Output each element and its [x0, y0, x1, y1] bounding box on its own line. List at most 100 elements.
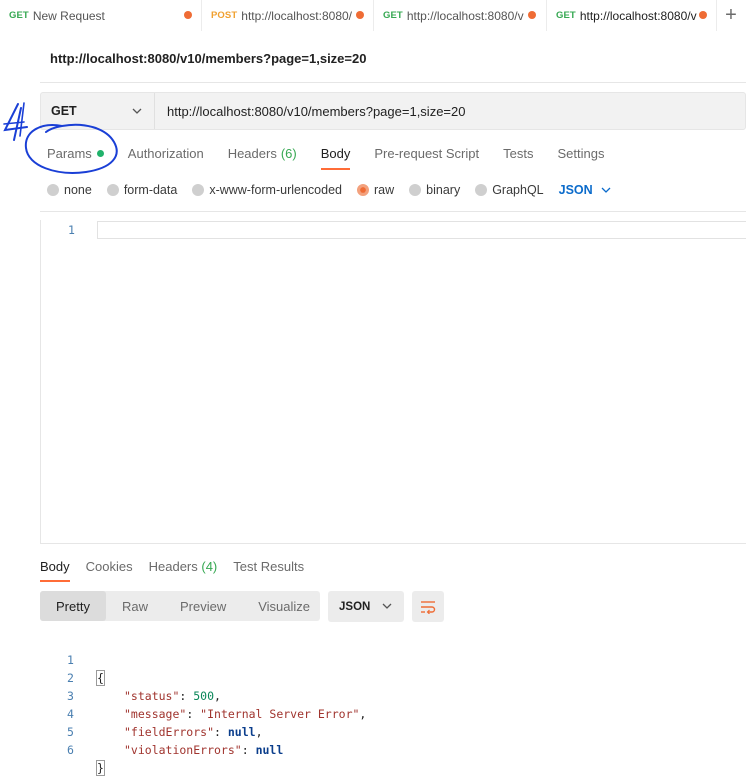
radio-graphql[interactable]: GraphQL: [475, 183, 544, 197]
line-number: 5: [67, 725, 74, 739]
radio-binary[interactable]: binary: [409, 183, 460, 197]
response-tab-test-results[interactable]: Test Results: [233, 559, 304, 582]
request-tabs: Params Authorization Headers (6) Body Pr…: [47, 146, 628, 170]
json-value: null: [227, 725, 256, 739]
response-headers-count: (4): [201, 559, 218, 574]
radio-circle-icon: [409, 184, 422, 196]
tab-title: http://localhost:8080/: [241, 8, 353, 23]
response-tab-cookies[interactable]: Cookies: [86, 559, 133, 582]
json-value: null: [255, 743, 284, 757]
response-tab-headers[interactable]: Headers (4): [149, 559, 218, 582]
request-body-editor[interactable]: 1: [40, 220, 746, 544]
response-tab-body[interactable]: Body: [40, 559, 70, 582]
json-key: "message": [124, 707, 187, 721]
code-line: 4 "fieldErrors": null,: [67, 707, 263, 739]
radio-none[interactable]: none: [47, 183, 92, 197]
open-brace: {: [96, 670, 105, 686]
line-number: 1: [67, 653, 74, 667]
view-raw-button[interactable]: Raw: [106, 591, 164, 621]
tab-method: GET: [9, 10, 29, 21]
radio-selected-icon: [357, 184, 369, 196]
language-select[interactable]: JSON: [559, 183, 611, 197]
headers-count: (6): [280, 146, 297, 161]
view-pretty-button[interactable]: Pretty: [40, 591, 106, 621]
tab-headers-label: Headers: [227, 146, 277, 161]
line-number: 2: [67, 671, 74, 685]
tab-params[interactable]: Params: [47, 146, 104, 170]
json-value: "Internal Server Error": [200, 707, 360, 721]
new-tab-button[interactable]: +: [716, 0, 746, 31]
response-body[interactable]: 1 { 2 "status": 500, 3 "message": "Inter…: [40, 633, 366, 776]
tab-method: GET: [556, 10, 576, 21]
radio-binary-label: binary: [426, 183, 461, 197]
line-number: 6: [67, 743, 74, 757]
format-value: JSON: [339, 600, 371, 613]
tab-tests[interactable]: Tests: [503, 146, 533, 170]
language-value: JSON: [558, 183, 593, 197]
json-key: "violationErrors": [124, 743, 242, 757]
tab-params-label: Params: [47, 146, 92, 161]
body-type-radios: none form-data x-www-form-urlencoded raw…: [47, 183, 611, 197]
tab-body-label: Body: [320, 146, 351, 161]
json-key: "status": [124, 689, 180, 703]
tab-get-request[interactable]: GET http://localhost:8080/v: [374, 0, 547, 31]
tab-settings-label: Settings: [557, 146, 605, 161]
response-tabs: Body Cookies Headers (4) Test Results: [40, 559, 320, 582]
tab-method: POST: [211, 10, 238, 21]
line-number: 3: [67, 689, 74, 703]
radio-urlencoded-label: x-www-form-urlencoded: [209, 183, 342, 197]
active-dot-icon: [96, 150, 104, 157]
tab-method: GET: [383, 10, 403, 21]
radio-raw[interactable]: raw: [357, 183, 394, 197]
method-select[interactable]: GET: [41, 93, 155, 129]
tab-post-request[interactable]: POST http://localhost:8080/: [202, 0, 374, 31]
radio-urlencoded[interactable]: x-www-form-urlencoded: [192, 183, 342, 197]
tab-prerequest-label: Pre-request Script: [374, 146, 480, 161]
view-mode-group: Pretty Raw Preview Visualize: [40, 591, 320, 621]
radio-circle-icon: [192, 184, 205, 196]
view-preview-button[interactable]: Preview: [164, 591, 242, 621]
method-value: GET: [51, 104, 77, 118]
divider: [40, 82, 746, 83]
unsaved-dot-icon: [184, 11, 192, 19]
code-line: 5 "violationErrors": null: [67, 725, 284, 757]
wrap-lines-icon: [421, 600, 436, 614]
tab-title: http://localhost:8080/v: [406, 8, 524, 23]
radio-none-label: none: [64, 183, 92, 197]
code-line: 2 "status": 500,: [67, 671, 221, 703]
tab-body[interactable]: Body: [320, 146, 351, 170]
code-line: 6 }: [40, 723, 105, 776]
unsaved-dot-icon: [528, 11, 536, 19]
tab-title: http://localhost:8080/v: [579, 8, 697, 23]
tab-settings[interactable]: Settings: [557, 146, 604, 170]
request-tab-bar: GET New Request POST http://localhost:80…: [0, 0, 746, 31]
tab-title: New Request: [32, 8, 105, 23]
tab-authorization[interactable]: Authorization: [128, 146, 204, 170]
url-input[interactable]: http://localhost:8080/v10/members?page=1…: [155, 104, 745, 119]
tab-authorization-label: Authorization: [127, 146, 204, 161]
close-brace: }: [96, 760, 105, 776]
view-visualize-button[interactable]: Visualize: [242, 591, 326, 621]
tab-get-request-active[interactable]: GET http://localhost:8080/v: [547, 0, 717, 31]
tab-prerequest-script[interactable]: Pre-request Script: [374, 146, 479, 170]
radio-circle-icon: [475, 184, 488, 196]
current-line-highlight: [97, 221, 746, 239]
tab-new-request[interactable]: GET New Request: [0, 0, 202, 31]
request-name[interactable]: http://localhost:8080/v10/members?page=1…: [50, 51, 366, 66]
json-value: 500: [193, 689, 215, 703]
line-number: 4: [67, 707, 74, 721]
chevron-down-icon: [132, 108, 142, 114]
radio-circle-icon: [106, 184, 119, 196]
format-select[interactable]: JSON: [328, 591, 404, 622]
line-number: 1: [68, 223, 75, 237]
code-line: 1 {: [40, 633, 105, 686]
tab-headers[interactable]: Headers (6): [228, 146, 297, 170]
wrap-lines-button[interactable]: [412, 591, 444, 622]
radio-form-data[interactable]: form-data: [106, 183, 177, 197]
unsaved-dot-icon: [356, 11, 364, 19]
tab-tests-label: Tests: [503, 146, 534, 161]
unsaved-dot-icon: [699, 11, 707, 19]
json-key: "fieldErrors": [124, 725, 215, 739]
url-bar: GET http://localhost:8080/v10/members?pa…: [40, 92, 746, 130]
radio-graphql-label: GraphQL: [492, 183, 544, 197]
